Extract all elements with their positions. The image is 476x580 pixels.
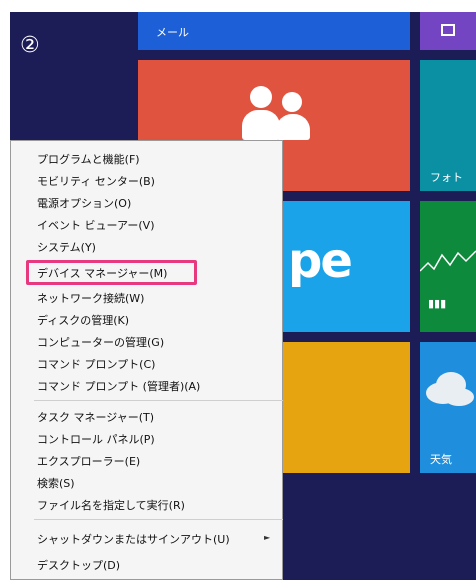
menu-item-event-viewer[interactable]: イベント ビューアー(V) xyxy=(37,217,155,233)
submenu-arrow-icon: ► xyxy=(264,533,271,542)
menu-item-network-connections[interactable]: ネットワーク接続(W) xyxy=(37,290,144,306)
menu-item-computer-management[interactable]: コンピューターの管理(G) xyxy=(37,334,164,350)
photo-tile-label: フォト xyxy=(430,171,463,184)
menu-item-power-options[interactable]: 電源オプション(O) xyxy=(37,195,131,211)
mail-tile[interactable]: メール xyxy=(138,12,410,50)
calendar-icon xyxy=(441,24,455,36)
step-number: ② xyxy=(20,33,40,58)
finance-tile[interactable]: ▮▮▮ xyxy=(420,201,476,332)
finance-bars-icon: ▮▮▮ xyxy=(428,297,447,310)
menu-item-command-prompt-admin[interactable]: コマンド プロンプト (管理者)(A) xyxy=(37,378,200,394)
finance-graph-icon xyxy=(420,250,476,272)
menu-item-explorer[interactable]: エクスプローラー(E) xyxy=(37,453,140,469)
weather-tile[interactable]: 天気 xyxy=(420,342,476,473)
photo-tile[interactable]: フォト xyxy=(420,60,476,191)
menu-separator xyxy=(34,519,283,520)
skype-logo-text: pe xyxy=(288,233,353,289)
menu-item-desktop[interactable]: デスクトップ(D) xyxy=(37,557,120,573)
calendar-tile[interactable] xyxy=(420,12,476,50)
menu-item-programs-and-features[interactable]: プログラムと機能(F) xyxy=(37,151,140,167)
menu-item-mobility-center[interactable]: モビリティ センター(B) xyxy=(37,173,155,189)
mail-tile-label: メール xyxy=(156,26,189,39)
menu-item-control-panel[interactable]: コントロール パネル(P) xyxy=(37,431,155,447)
quick-link-menu: プログラムと機能(F) モビリティ センター(B) 電源オプション(O) イベン… xyxy=(10,140,283,580)
menu-item-run[interactable]: ファイル名を指定して実行(R) xyxy=(37,497,185,513)
people-icon xyxy=(242,84,312,144)
menu-item-task-manager[interactable]: タスク マネージャー(T) xyxy=(37,409,154,425)
menu-separator xyxy=(34,400,283,401)
menu-item-command-prompt[interactable]: コマンド プロンプト(C) xyxy=(37,356,155,372)
menu-item-disk-management[interactable]: ディスクの管理(K) xyxy=(37,312,129,328)
menu-item-system[interactable]: システム(Y) xyxy=(37,239,96,255)
menu-item-shutdown-signout[interactable]: シャットダウンまたはサインアウト(U) xyxy=(37,531,230,547)
device-manager-highlight xyxy=(26,260,197,285)
menu-item-search[interactable]: 検索(S) xyxy=(37,475,75,491)
weather-tile-label: 天気 xyxy=(430,453,452,466)
